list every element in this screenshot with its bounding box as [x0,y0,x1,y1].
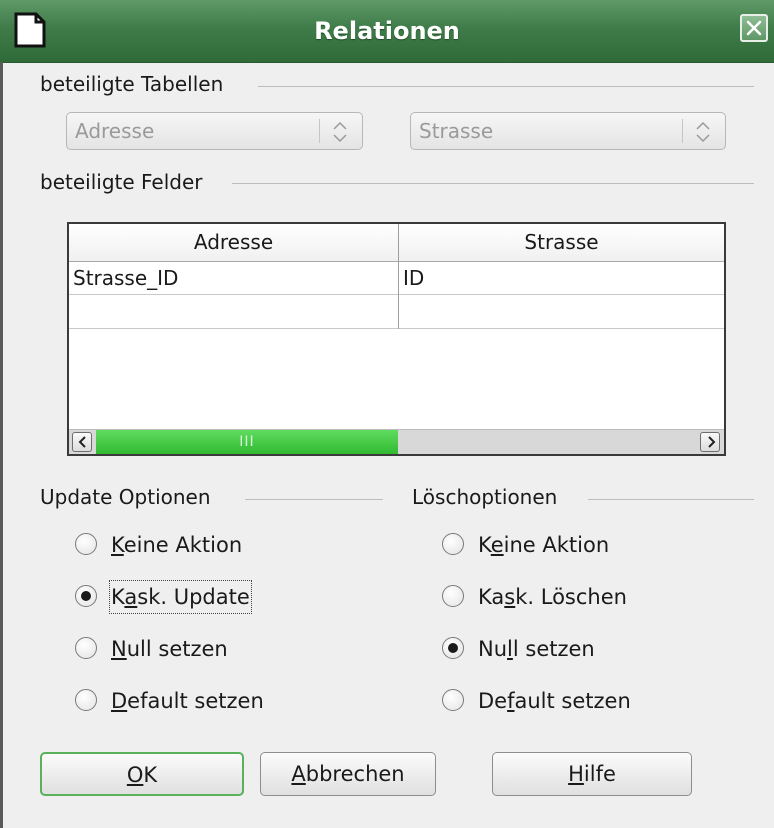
radio-label: Null setzen [478,637,595,661]
column-header-right[interactable]: Strasse [399,224,724,262]
column-header-left[interactable]: Adresse [69,224,398,262]
fields-section-rule [232,183,754,184]
radio-button[interactable] [75,533,97,555]
scroll-grip: III [239,434,255,450]
ok-button[interactable]: OK [40,752,244,796]
radio-button[interactable] [75,585,97,607]
radio-label: Default setzen [478,689,631,713]
radio-button[interactable] [442,585,464,607]
radio-button[interactable] [442,637,464,659]
radio-button[interactable] [75,689,97,711]
scroll-right-icon [708,436,716,448]
fields-section-label: beteiligte Felder [40,170,203,194]
radio-label: Kask. Löschen [478,585,627,609]
title-bar: Relationen [0,0,774,63]
window-title: Relationen [314,17,460,45]
update-options-rule [245,499,383,500]
radio-button[interactable] [442,689,464,711]
grid-cell-right[interactable]: ID [399,261,724,295]
left-table-value: Adresse [75,119,155,143]
delete-options-rule [588,499,754,500]
window-border [0,62,3,828]
combo-separator [319,119,320,143]
right-table-select[interactable]: Strasse [410,112,726,150]
update-options-label: Update Optionen [40,485,211,509]
grid-cell-left[interactable] [69,295,398,329]
radio-label: Kask. Update [109,580,252,614]
fields-grid[interactable]: Adresse Strasse Strasse_ID ID III [67,222,726,456]
radio-label: Default setzen [111,689,264,713]
right-table-value: Strasse [419,119,494,143]
spin-icon [333,121,347,143]
left-table-select[interactable]: Adresse [66,112,363,150]
radio-button[interactable] [442,533,464,555]
scroll-left-icon [78,436,86,448]
delete-options-label: Löschoptionen [412,485,558,509]
radio-label: Null setzen [111,637,228,661]
horizontal-scrollbar[interactable]: III [69,429,724,454]
cancel-button[interactable]: Abbrechen [260,752,436,796]
tables-section-label: beteiligte Tabellen [40,72,224,96]
spin-icon [696,121,710,143]
close-button[interactable] [740,14,768,42]
radio-button[interactable] [75,637,97,659]
radio-label: Keine Aktion [478,533,610,557]
radio-label: Keine Aktion [111,533,243,557]
column-divider [398,224,399,329]
close-icon [746,20,762,36]
help-button[interactable]: Hilfe [492,752,692,796]
scroll-thumb[interactable]: III [96,430,398,454]
combo-separator [682,119,683,143]
tables-section-rule [258,86,754,87]
radio-selected-dot [81,591,91,601]
grid-cell-right[interactable] [399,295,724,329]
scroll-right-button[interactable] [700,432,720,452]
grid-cell-left[interactable]: Strasse_ID [69,261,398,295]
scroll-left-button[interactable] [72,432,92,452]
radio-selected-dot [448,643,458,653]
